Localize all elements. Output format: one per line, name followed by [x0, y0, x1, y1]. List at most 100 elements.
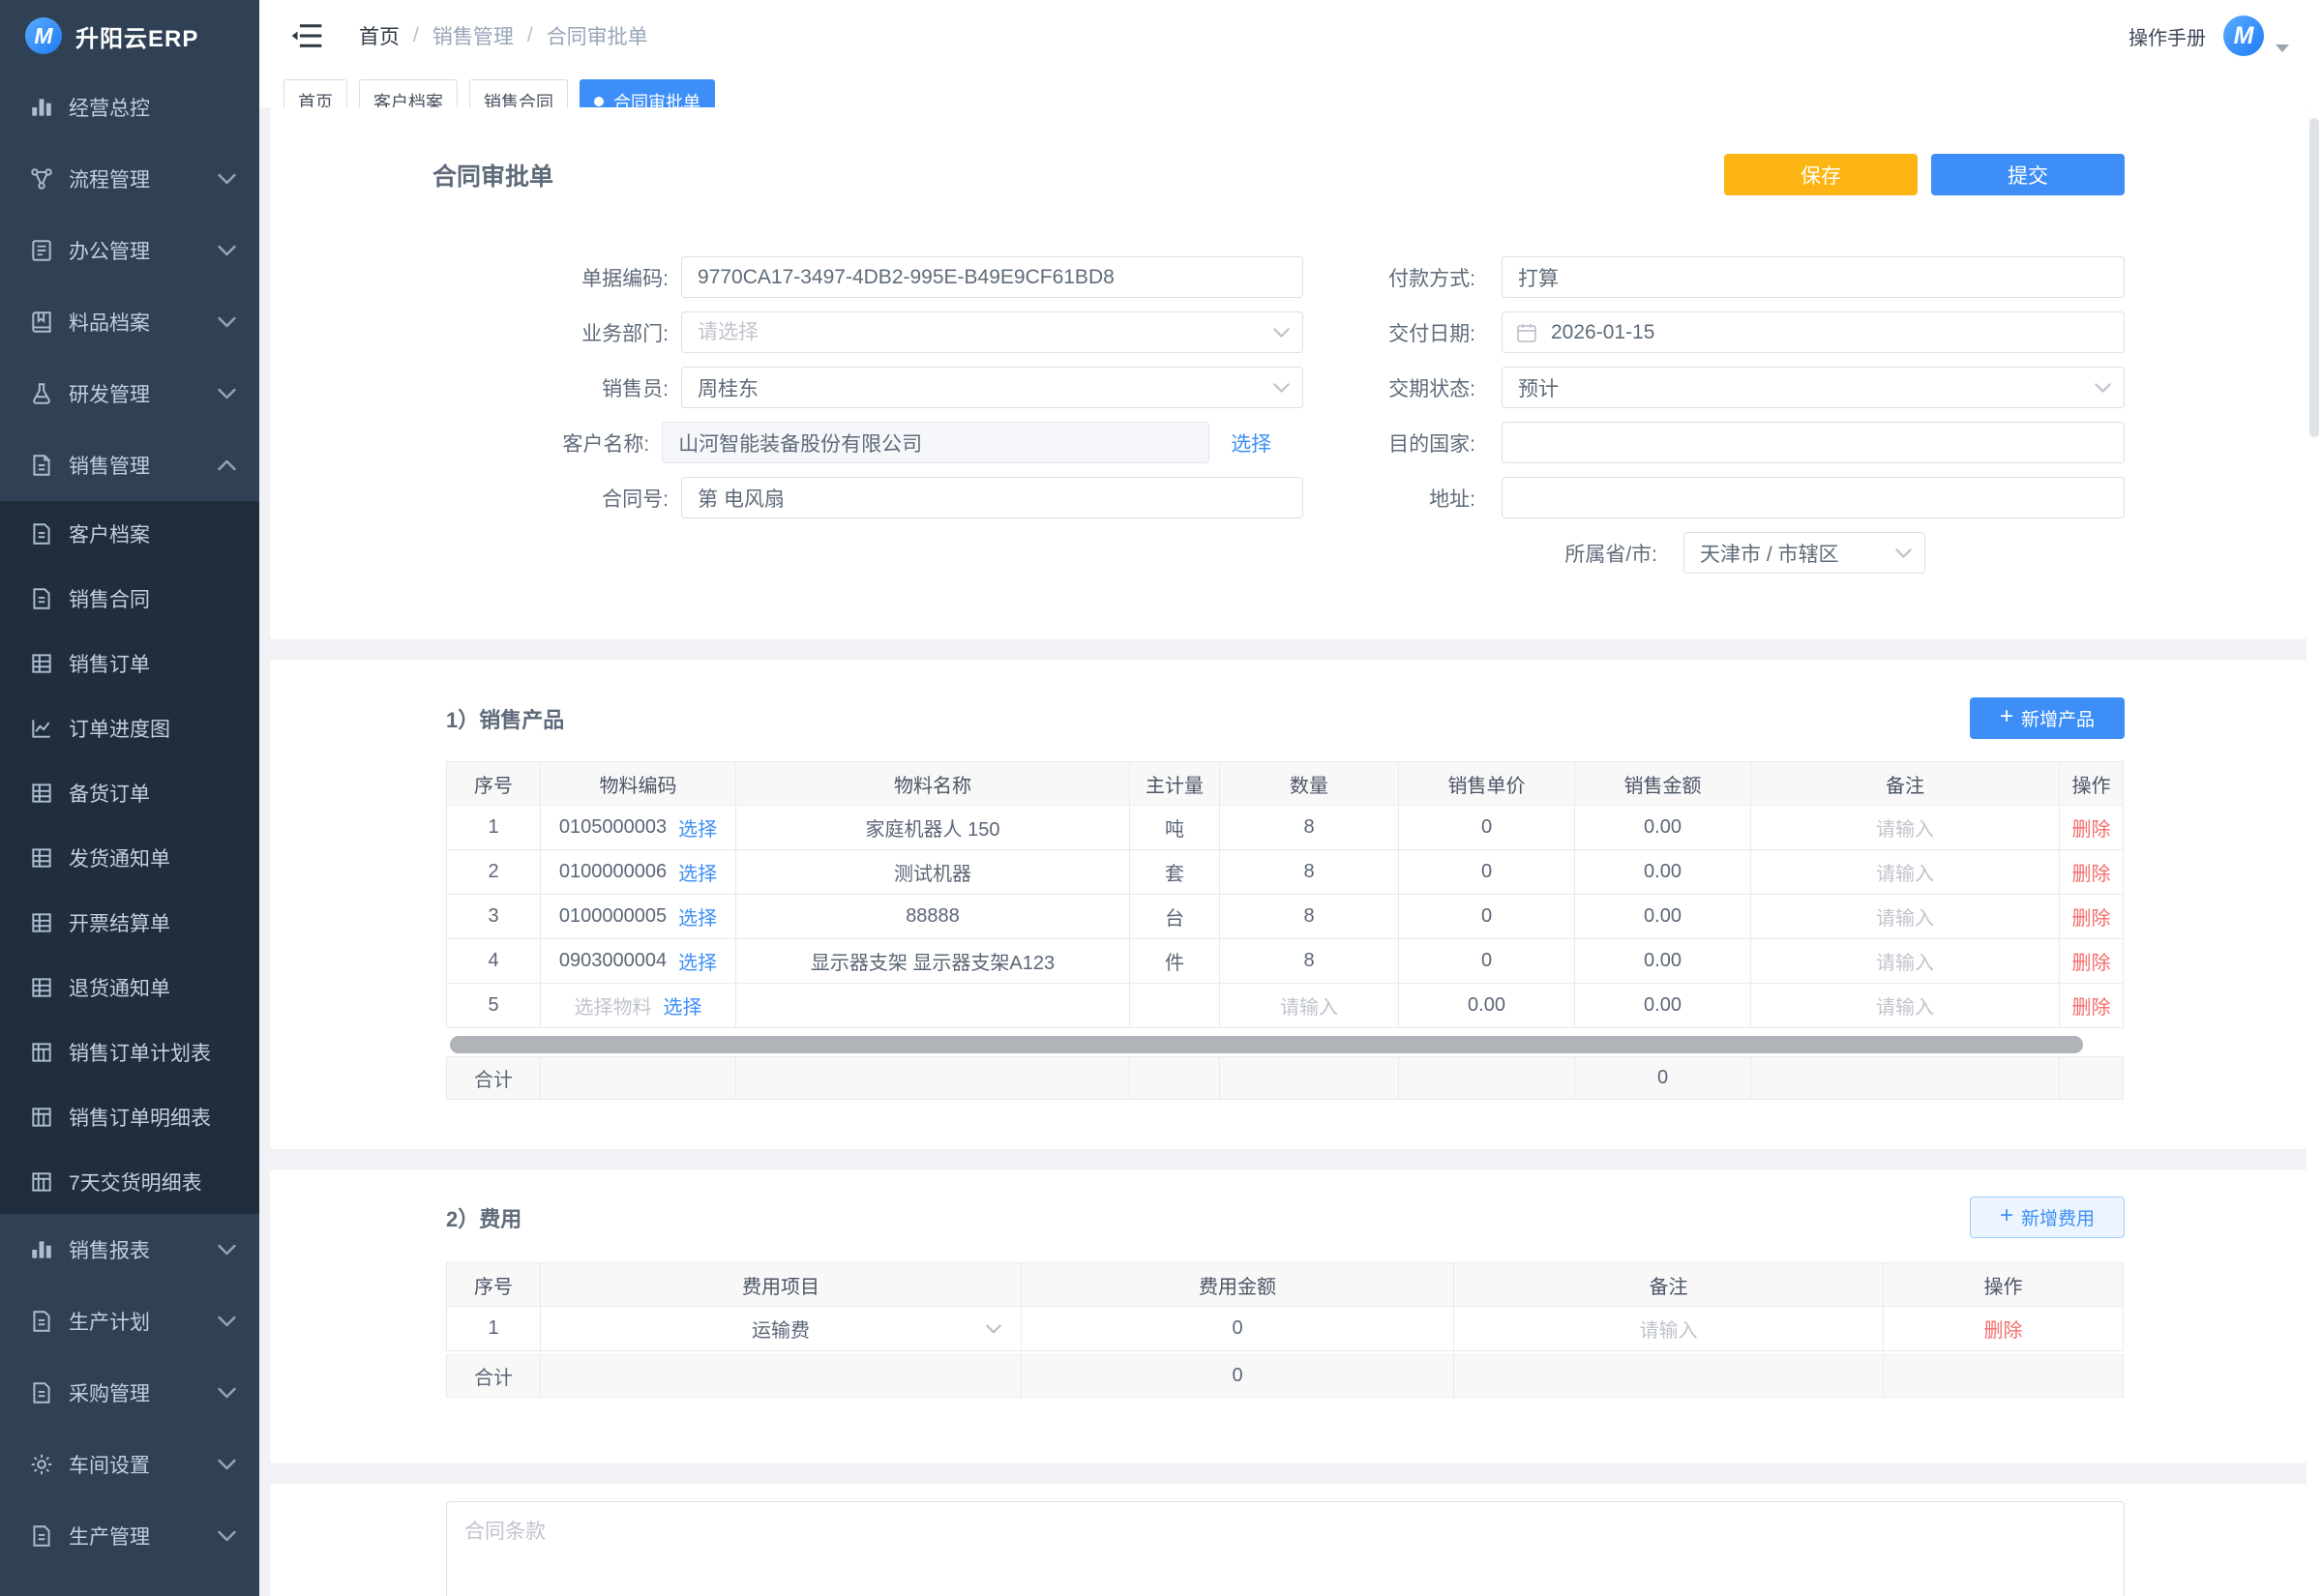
material-code[interactable]: 0105000003 — [559, 816, 667, 839]
material-code[interactable]: 选择物料 — [575, 991, 652, 1020]
tab-0[interactable]: 首页 — [283, 79, 347, 107]
sidebar-item-0[interactable]: 经营总控 — [0, 72, 259, 143]
sidebar-subitem-2[interactable]: 销售订单 — [0, 631, 259, 695]
sidebar-item-2[interactable]: 办公管理 — [0, 215, 259, 286]
delete-row-link[interactable]: 删除 — [2072, 902, 2111, 931]
hamburger-icon[interactable] — [291, 23, 322, 48]
sidebar-item-10[interactable]: 生产管理 — [0, 1500, 259, 1572]
delete-row-link[interactable]: 删除 — [1984, 1315, 2023, 1343]
dest-country-input[interactable] — [1502, 422, 2125, 463]
breadcrumb-separator: / — [413, 24, 419, 47]
sidebar-subitem-label: 退货通知单 — [69, 973, 236, 1002]
customer-select-link[interactable]: 选择 — [1231, 429, 1271, 458]
quantity-input[interactable]: 8 — [1303, 816, 1314, 839]
cell-material-code: 0100000006 选择 — [541, 850, 736, 895]
price-input[interactable]: 0 — [1481, 950, 1492, 972]
sidebar-item-9[interactable]: 车间设置 — [0, 1429, 259, 1500]
sidebar-item-1[interactable]: 流程管理 — [0, 143, 259, 215]
remark-input[interactable]: 请输入 — [1876, 991, 1934, 1020]
sidebar-subitem-0[interactable]: 客户档案 — [0, 501, 259, 566]
manual-link[interactable]: 操作手册 — [2128, 22, 2206, 50]
delete-row-link[interactable]: 删除 — [2072, 947, 2111, 975]
sidebar-subitem-label: 销售订单明细表 — [69, 1103, 236, 1132]
sidebar-subitem-4[interactable]: 备货订单 — [0, 760, 259, 825]
total-cell — [541, 1057, 736, 1100]
province-cascader[interactable] — [1683, 532, 1925, 574]
quantity-input[interactable]: 8 — [1303, 950, 1314, 972]
material-code[interactable]: 0903000004 — [559, 950, 667, 972]
sidebar-subitem-8[interactable]: 销售订单计划表 — [0, 1020, 259, 1084]
select-material-link[interactable]: 选择 — [678, 947, 717, 975]
remark-input[interactable]: 请输入 — [1876, 858, 1934, 886]
sidebar-subitem-1[interactable]: 销售合同 — [0, 566, 259, 631]
sidebar-subitem-label: 7天交货明细表 — [69, 1167, 236, 1197]
row-number: 3 — [488, 905, 498, 928]
salesman-select[interactable] — [681, 367, 1303, 408]
select-material-link[interactable]: 选择 — [664, 991, 702, 1020]
horizontal-scrollbar-thumb[interactable] — [450, 1036, 2083, 1053]
select-material-link[interactable]: 选择 — [678, 813, 717, 842]
sidebar-subitem-7[interactable]: 退货通知单 — [0, 955, 259, 1020]
material-code[interactable]: 0100000006 — [559, 861, 667, 883]
cell-seq: 5 — [447, 984, 541, 1028]
delivery-status-select[interactable] — [1502, 367, 2125, 408]
contract-no-input[interactable] — [681, 477, 1303, 518]
doc-no-input[interactable] — [681, 256, 1303, 298]
quantity-input[interactable]: 8 — [1303, 861, 1314, 883]
sidebar-item-6[interactable]: 销售报表 — [0, 1214, 259, 1286]
tab-1[interactable]: 客户档案 — [359, 79, 458, 107]
active-tab-dot — [594, 97, 604, 106]
sidebar-subitem-5[interactable]: 发货通知单 — [0, 825, 259, 890]
sidebar-subitem-9[interactable]: 销售订单明细表 — [0, 1084, 259, 1149]
price-input[interactable]: 0 — [1481, 816, 1492, 839]
delete-row-link[interactable]: 删除 — [2072, 813, 2111, 842]
amount-value: 0.00 — [1644, 905, 1682, 928]
remark-input[interactable]: 请输入 — [1876, 902, 1934, 931]
remark-input[interactable]: 请输入 — [1640, 1315, 1698, 1343]
remark-input[interactable]: 请输入 — [1876, 947, 1934, 975]
delivery-date-input[interactable] — [1502, 311, 2125, 353]
cell-remark: 请输入 — [1751, 984, 2060, 1028]
payment-input[interactable] — [1502, 256, 2125, 298]
tab-3[interactable]: 合同审批单 — [580, 79, 715, 107]
quantity-input[interactable]: 8 — [1303, 905, 1314, 928]
price-input[interactable]: 0.00 — [1468, 994, 1505, 1017]
sidebar-item-label: 销售报表 — [69, 1235, 218, 1264]
breadcrumb-home[interactable]: 首页 — [359, 21, 400, 50]
material-code[interactable]: 0100000005 — [559, 905, 667, 928]
column-header: 物料编码 — [541, 762, 736, 806]
dropdown-caret-icon[interactable] — [2276, 44, 2289, 52]
breadcrumb-item: 销售管理 — [432, 21, 514, 50]
submit-button[interactable]: 提交 — [1931, 154, 2125, 195]
save-button[interactable]: 保存 — [1724, 154, 1918, 195]
sidebar-subitem-3[interactable]: 订单进度图 — [0, 695, 259, 760]
sidebar-item-3[interactable]: 料品档案 — [0, 286, 259, 358]
grid-icon — [29, 781, 54, 806]
fee-item-select[interactable]: 运输费 — [752, 1315, 810, 1343]
sidebar-item-4[interactable]: 研发管理 — [0, 358, 259, 429]
sidebar-subitem-10[interactable]: 7天交货明细表 — [0, 1149, 259, 1214]
sidebar-item-5[interactable]: 销售管理 — [0, 429, 259, 501]
contract-terms-textarea[interactable] — [446, 1501, 2125, 1596]
delete-row-link[interactable]: 删除 — [2072, 991, 2111, 1020]
add-fee-button[interactable]: + 新增费用 — [1970, 1197, 2125, 1238]
column-header: 销售单价 — [1399, 762, 1575, 806]
price-input[interactable]: 0 — [1481, 861, 1492, 883]
tab-2[interactable]: 销售合同 — [469, 79, 568, 107]
select-material-link[interactable]: 选择 — [678, 858, 717, 886]
add-product-button[interactable]: + 新增产品 — [1970, 697, 2125, 739]
avatar[interactable]: M — [2223, 15, 2264, 56]
chevron-down-icon — [218, 1387, 236, 1399]
sidebar-item-7[interactable]: 生产计划 — [0, 1286, 259, 1357]
sidebar-item-8[interactable]: 采购管理 — [0, 1357, 259, 1429]
department-select[interactable] — [681, 311, 1303, 353]
select-material-link[interactable]: 选择 — [678, 902, 717, 931]
delete-row-link[interactable]: 删除 — [2072, 858, 2111, 886]
vertical-scrollbar-thumb[interactable] — [2309, 118, 2319, 437]
remark-input[interactable]: 请输入 — [1876, 813, 1934, 842]
sidebar-subitem-6[interactable]: 开票结算单 — [0, 890, 259, 955]
price-input[interactable]: 0 — [1481, 905, 1492, 928]
quantity-input[interactable]: 请输入 — [1280, 991, 1338, 1020]
fee-amount-input[interactable]: 0 — [1232, 1317, 1242, 1340]
address-input[interactable] — [1502, 477, 2125, 518]
